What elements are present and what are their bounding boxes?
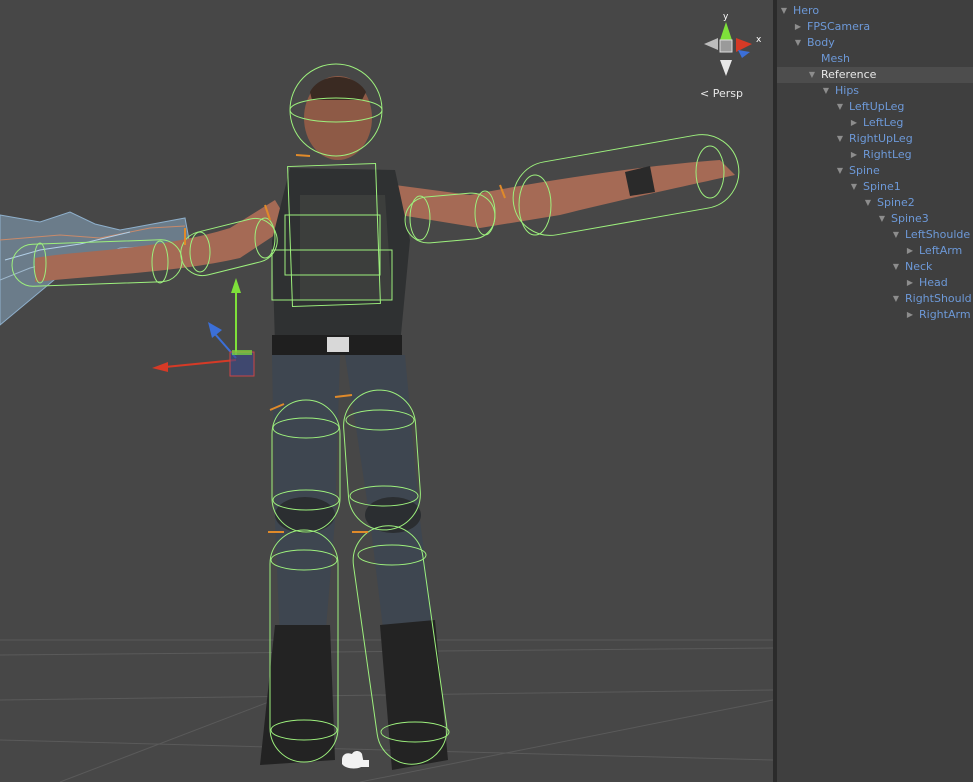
hierarchy-item-fpscamera[interactable]: ▶ FPSCamera: [777, 19, 973, 35]
gizmo-y-label: y: [723, 12, 729, 22]
move-axis-x[interactable]: [164, 359, 237, 368]
hierarchy-item-label: RightLeg: [863, 148, 912, 161]
hierarchy-item-label: RightUpLeg: [849, 132, 913, 145]
hierarchy-item-rightshoulder[interactable]: ▼ RightShould: [777, 291, 973, 307]
hierarchy-item-spine1[interactable]: ▼ Spine1: [777, 179, 973, 195]
move-arrow-y[interactable]: [231, 278, 241, 293]
hierarchy-item-spine[interactable]: ▼ Spine: [777, 163, 973, 179]
expanded-arrow-icon[interactable]: ▼: [877, 211, 887, 227]
hierarchy-item-leftshoulder[interactable]: ▼ LeftShoulde: [777, 227, 973, 243]
hierarchy-item-reference[interactable]: ▼ Reference: [777, 67, 973, 83]
hierarchy-item-label: Mesh: [821, 52, 850, 65]
expanded-arrow-icon[interactable]: ▼: [835, 163, 845, 179]
hierarchy-item-neck[interactable]: ▼ Neck: [777, 259, 973, 275]
projection-toggle[interactable]: < Persp: [700, 87, 743, 100]
move-tool-handle[interactable]: [152, 278, 255, 377]
expanded-arrow-icon[interactable]: ▼: [793, 35, 803, 51]
gizmo-x-label: x: [756, 35, 762, 45]
hierarchy-item-spine3[interactable]: ▼ Spine3: [777, 211, 973, 227]
hierarchy-item-label: Neck: [905, 260, 933, 273]
hierarchy-item-rightarm[interactable]: ▶ RightArm: [777, 307, 973, 323]
hierarchy-item-label: Spine: [849, 164, 880, 177]
hierarchy-item-label: Hips: [835, 84, 860, 97]
camera-icon[interactable]: [342, 751, 369, 769]
expanded-arrow-icon[interactable]: ▼: [835, 131, 845, 147]
collapsed-arrow-icon[interactable]: ▶: [905, 243, 915, 259]
hierarchy-item-label: RightArm: [919, 308, 971, 321]
expanded-arrow-icon[interactable]: ▼: [821, 83, 831, 99]
hierarchy-item-label: Spine2: [877, 196, 915, 209]
expanded-arrow-icon[interactable]: ▼: [835, 99, 845, 115]
hierarchy-item-leftarm[interactable]: ▶ LeftArm: [777, 243, 973, 259]
expanded-arrow-icon[interactable]: ▼: [807, 67, 817, 83]
expanded-arrow-icon[interactable]: ▼: [863, 195, 873, 211]
hierarchy-item-label: FPSCamera: [807, 20, 871, 33]
move-arrow-x[interactable]: [152, 362, 168, 372]
move-plane-handle[interactable]: [229, 351, 255, 377]
hierarchy-item-mesh[interactable]: Mesh: [777, 51, 973, 67]
expanded-arrow-icon[interactable]: ▼: [849, 179, 859, 195]
hierarchy-item-label: Body: [807, 36, 835, 49]
collapsed-arrow-icon[interactable]: ▶: [905, 275, 915, 291]
hierarchy-item-leftleg[interactable]: ▶ LeftLeg: [777, 115, 973, 131]
hierarchy-item-hips[interactable]: ▼ Hips: [777, 83, 973, 99]
gizmo-center-cube[interactable]: [719, 39, 733, 53]
gizmo-y-cone[interactable]: [720, 22, 732, 40]
hierarchy-item-label: RightShould: [905, 292, 972, 305]
hierarchy-item-label: LeftLeg: [863, 116, 904, 129]
hierarchy-item-label: LeftArm: [919, 244, 963, 257]
gizmo-negx-cone[interactable]: [704, 38, 718, 50]
hierarchy-item-leftupleg[interactable]: ▼ LeftUpLeg: [777, 99, 973, 115]
expanded-arrow-icon[interactable]: ▼: [891, 291, 901, 307]
hierarchy-item-label: Spine1: [863, 180, 901, 193]
scene-canvas[interactable]: [0, 0, 773, 782]
gizmo-z-cone[interactable]: [738, 50, 750, 58]
expanded-arrow-icon[interactable]: ▼: [891, 259, 901, 275]
character-model: [35, 76, 735, 770]
hierarchy-item-spine2[interactable]: ▼ Spine2: [777, 195, 973, 211]
projection-chevron-icon: <: [700, 87, 710, 100]
collapsed-arrow-icon[interactable]: ▶: [849, 147, 859, 163]
hierarchy-item-label: Hero: [793, 4, 820, 17]
collapsed-arrow-icon[interactable]: ▶: [849, 115, 859, 131]
expanded-arrow-icon[interactable]: ▼: [779, 3, 789, 19]
hierarchy-panel[interactable]: ▼ Hero ▶ FPSCamera ▼ Body Mesh ▼ Referen…: [777, 0, 973, 782]
hierarchy-item-rightupleg[interactable]: ▼ RightUpLeg: [777, 131, 973, 147]
hierarchy-item-label: LeftUpLeg: [849, 100, 905, 113]
move-arrow-z[interactable]: [208, 322, 222, 338]
collapsed-arrow-icon[interactable]: ▶: [905, 307, 915, 323]
hierarchy-item-label: LeftShoulde: [905, 228, 971, 241]
gizmo-negy-cone[interactable]: [720, 60, 732, 76]
hierarchy-item-label: Head: [919, 276, 948, 289]
hierarchy-item-label: Reference: [821, 68, 877, 81]
scene-viewport[interactable]: y x < Persp: [0, 0, 773, 782]
orientation-gizmo[interactable]: y x: [692, 10, 764, 82]
expanded-arrow-icon[interactable]: ▼: [891, 227, 901, 243]
hierarchy-item-rightleg[interactable]: ▶ RightLeg: [777, 147, 973, 163]
hierarchy-item-label: Spine3: [891, 212, 929, 225]
projection-label: Persp: [712, 87, 743, 100]
collapsed-arrow-icon[interactable]: ▶: [793, 19, 803, 35]
hierarchy-item-body[interactable]: ▼ Body: [777, 35, 973, 51]
hierarchy-item-hero[interactable]: ▼ Hero: [777, 3, 973, 19]
gizmo-x-cone[interactable]: [736, 38, 752, 52]
hierarchy-item-head[interactable]: ▶ Head: [777, 275, 973, 291]
